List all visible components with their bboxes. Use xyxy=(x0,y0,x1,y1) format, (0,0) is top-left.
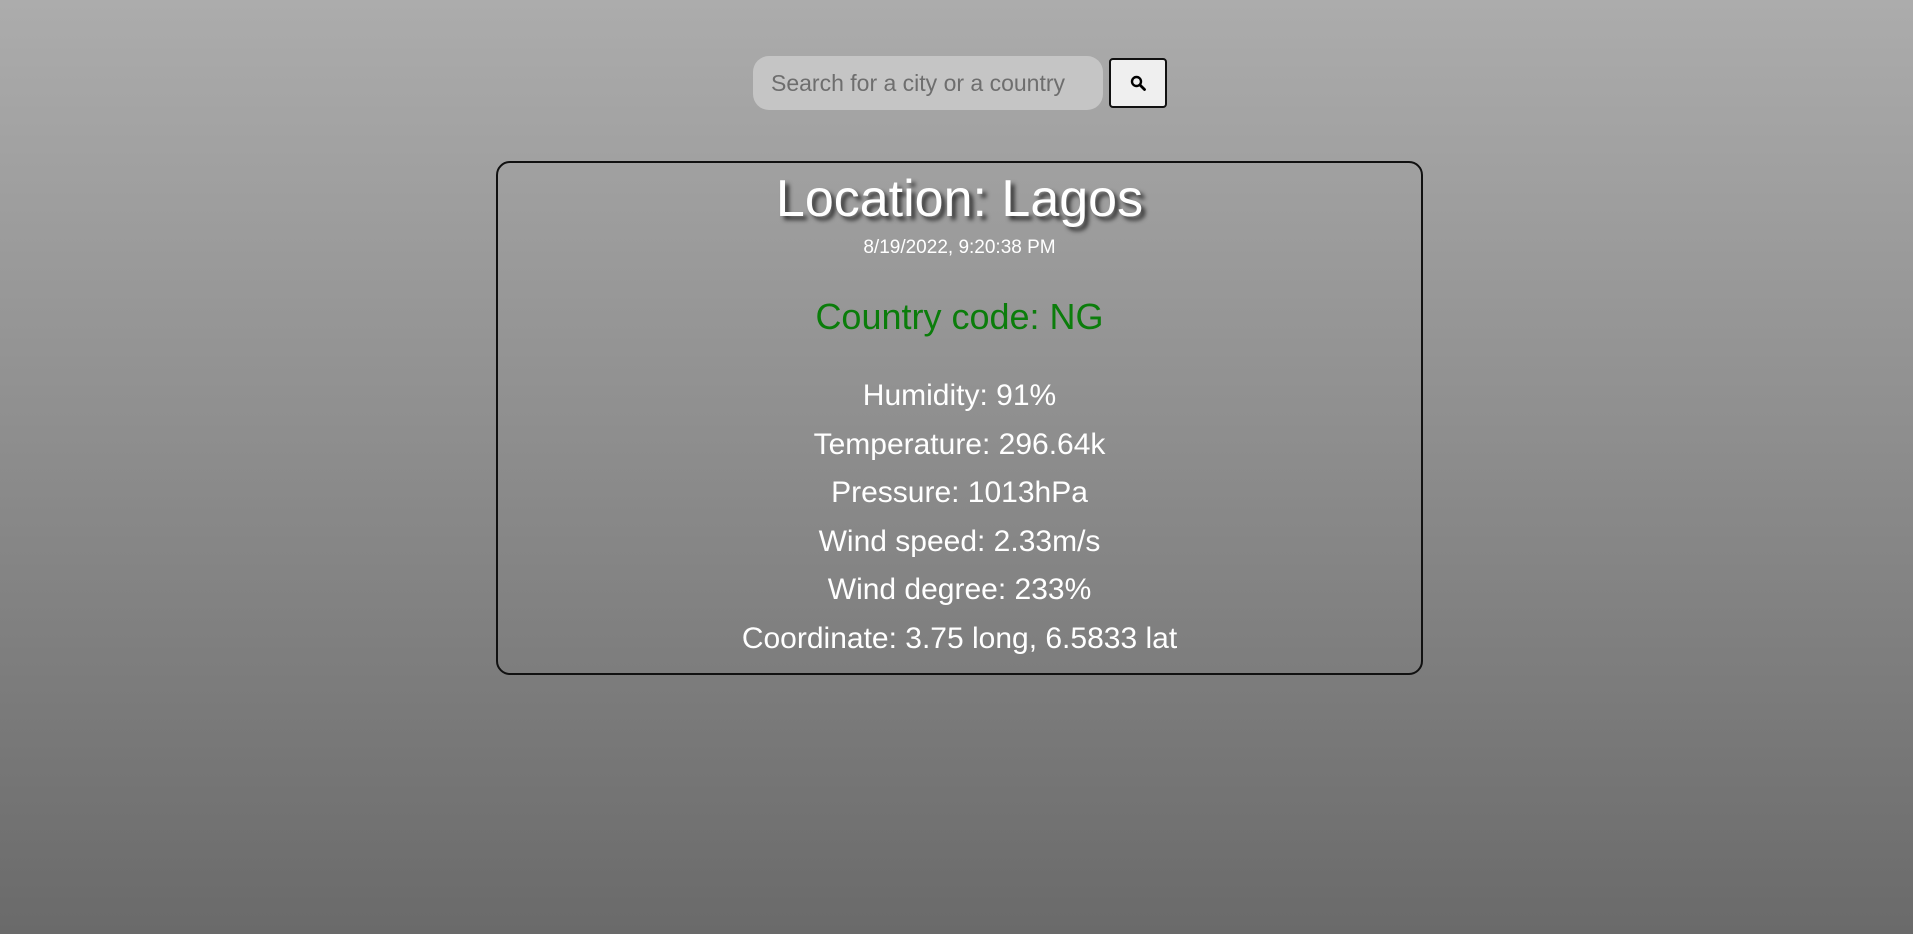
search-icon xyxy=(1130,75,1146,91)
weather-card: Location: Lagos 8/19/2022, 9:20:38 PM Co… xyxy=(496,161,1423,675)
temperature-value: Temperature: 296.64k xyxy=(813,427,1106,461)
pressure-value: Pressure: 1013hPa xyxy=(831,476,1088,509)
country-code: Country code: NG xyxy=(815,296,1104,337)
search-button[interactable] xyxy=(1109,58,1167,108)
wind-degree-value: Wind degree: 233% xyxy=(827,573,1092,606)
search-input[interactable] xyxy=(753,56,1103,110)
wind-speed-value: Wind speed: 2.33m/s xyxy=(818,524,1101,558)
date-time: 8/19/2022, 9:20:38 PM xyxy=(863,237,1056,258)
coordinate-value: Coordinate: 3.75 long, 6.5833 lat xyxy=(741,621,1178,655)
location-title: Location: Lagos xyxy=(775,170,1144,228)
weather-stats: Humidity: 91% Temperature: 296.64k Press… xyxy=(498,372,1421,663)
search-bar xyxy=(753,56,1167,110)
humidity-value: Humidity: 91% xyxy=(862,379,1057,412)
